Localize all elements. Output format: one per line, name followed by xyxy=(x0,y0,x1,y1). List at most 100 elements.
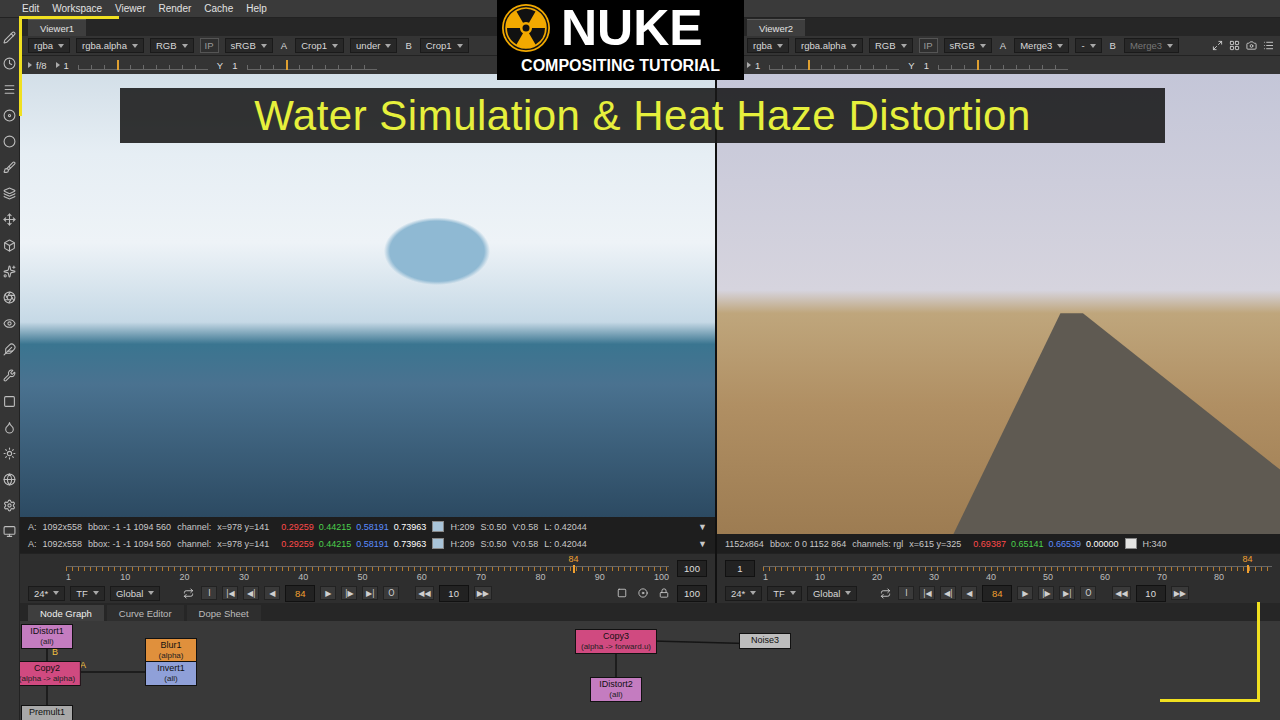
frame-range-field[interactable]: 1 xyxy=(725,560,755,577)
graph-node[interactable]: IDistort2(all) xyxy=(590,677,642,702)
panel-tab[interactable]: Dope Sheet xyxy=(187,605,261,621)
toggle-button[interactable]: IP xyxy=(919,38,938,53)
menu-item[interactable]: Render xyxy=(158,4,191,14)
transport-button[interactable]: I xyxy=(201,586,217,600)
step-back-button[interactable]: ◀◀ xyxy=(415,586,433,600)
gain-slider[interactable] xyxy=(769,60,899,70)
viewer-tab[interactable]: Viewer1 xyxy=(28,19,86,36)
graph-node[interactable]: Copy2(alpha -> alpha) xyxy=(20,661,81,686)
transport-button[interactable]: O xyxy=(1080,586,1096,600)
channel-dropdown[interactable]: Crop1 xyxy=(295,38,344,53)
grid-icon[interactable] xyxy=(1229,40,1240,51)
channel-dropdown[interactable]: - xyxy=(1075,38,1101,53)
channel-dropdown[interactable]: rgba xyxy=(28,38,70,53)
snapshot-icon[interactable] xyxy=(1246,40,1257,51)
setting-value[interactable]: Y xyxy=(908,60,914,71)
transport-button[interactable]: |◀ xyxy=(919,586,935,600)
tool-button[interactable] xyxy=(2,264,18,279)
transport-button[interactable]: I xyxy=(898,586,914,600)
list-icon[interactable] xyxy=(1263,40,1274,51)
frame-range-field[interactable]: 100 xyxy=(677,560,707,577)
transport-button[interactable]: |▶ xyxy=(1038,586,1054,600)
tool-button[interactable] xyxy=(2,108,18,123)
tool-button[interactable] xyxy=(2,134,18,149)
tool-button[interactable] xyxy=(2,316,18,331)
setting-value[interactable]: 1 xyxy=(924,60,929,71)
tool-button[interactable] xyxy=(2,420,18,435)
info-menu-button[interactable]: ▼ xyxy=(698,539,707,549)
tool-button[interactable] xyxy=(2,56,18,71)
channel-dropdown[interactable]: Merge3 xyxy=(1124,38,1179,53)
setting-value[interactable]: f/8 xyxy=(28,60,47,71)
current-frame-marker[interactable]: 84 xyxy=(1247,565,1249,573)
menu-item[interactable]: Edit xyxy=(22,4,39,14)
frame-field[interactable]: 84 xyxy=(982,585,1012,602)
channel-dropdown[interactable]: Merge3 xyxy=(1014,38,1069,53)
tool-button[interactable] xyxy=(2,290,18,305)
tool-button[interactable] xyxy=(2,472,18,487)
graph-node[interactable]: Blur1(alpha) xyxy=(145,638,197,663)
info-menu-button[interactable]: ▼ xyxy=(698,522,707,532)
menu-item[interactable]: Help xyxy=(246,4,267,14)
playback-dropdown[interactable]: TF xyxy=(767,586,802,601)
tool-button[interactable] xyxy=(2,524,18,539)
channel-dropdown[interactable]: rgba.alpha xyxy=(795,38,863,53)
timeline-ruler[interactable]: 8411020304050607080 xyxy=(763,555,1272,582)
stop-button[interactable] xyxy=(614,586,630,600)
channel-dropdown[interactable]: sRGB xyxy=(225,38,273,53)
lock-button[interactable] xyxy=(656,586,672,600)
graph-node[interactable]: IDistort1(all) xyxy=(21,624,73,649)
slider-knob[interactable] xyxy=(286,60,288,70)
step-forward-button[interactable]: ▶▶ xyxy=(474,586,492,600)
viewer-tab[interactable]: Viewer2 xyxy=(747,19,805,36)
channel-dropdown[interactable]: Crop1 xyxy=(420,38,469,53)
tool-button[interactable] xyxy=(2,368,18,383)
slider-knob[interactable] xyxy=(977,60,979,70)
menu-item[interactable]: Workspace xyxy=(52,4,102,14)
panel-tab[interactable]: Node Graph xyxy=(28,605,104,621)
channel-dropdown[interactable]: RGB xyxy=(869,38,913,53)
tool-button[interactable] xyxy=(2,446,18,461)
tool-button[interactable] xyxy=(2,186,18,201)
transport-button[interactable]: |▶ xyxy=(341,586,357,600)
transport-button[interactable]: ▶ xyxy=(1017,586,1033,600)
playback-dropdown[interactable]: TF xyxy=(70,586,105,601)
menu-item[interactable]: Cache xyxy=(204,4,233,14)
current-frame-marker[interactable]: 84 xyxy=(573,565,575,573)
loop-button[interactable] xyxy=(180,586,196,600)
graph-node[interactable]: Copy3(alpha -> forward.u) xyxy=(575,629,657,654)
channel-dropdown[interactable]: RGB xyxy=(150,38,194,53)
transport-button[interactable]: ◀| xyxy=(243,586,259,600)
end-frame-field[interactable]: 100 xyxy=(677,585,707,602)
playback-dropdown[interactable]: Global xyxy=(807,586,857,601)
setting-value[interactable]: Y xyxy=(217,60,223,71)
tool-button[interactable] xyxy=(2,30,18,45)
fit-icon[interactable] xyxy=(1212,40,1223,51)
slider-knob[interactable] xyxy=(808,60,810,70)
tool-button[interactable] xyxy=(2,238,18,253)
node-canvas[interactable]: BAIDistort1(all)Copy2(alpha -> alpha)Blu… xyxy=(20,621,1280,720)
playback-dropdown[interactable]: 24* xyxy=(725,586,762,601)
setting-value[interactable]: 1 xyxy=(747,60,760,71)
transport-button[interactable]: ◀ xyxy=(264,586,280,600)
step-forward-button[interactable]: ▶▶ xyxy=(1171,586,1189,600)
setting-value[interactable]: 1 xyxy=(232,60,237,71)
channel-dropdown[interactable]: rgba.alpha xyxy=(76,38,144,53)
step-field[interactable]: 10 xyxy=(1136,585,1166,602)
tool-button[interactable] xyxy=(2,342,18,357)
gain-slider[interactable] xyxy=(247,60,377,70)
transport-button[interactable]: ▶ xyxy=(320,586,336,600)
graph-node[interactable]: Premult1 xyxy=(21,705,73,720)
transport-button[interactable]: ▶| xyxy=(1059,586,1075,600)
transport-button[interactable]: ◀| xyxy=(940,586,956,600)
tool-button[interactable] xyxy=(2,498,18,513)
channel-dropdown[interactable]: sRGB xyxy=(944,38,992,53)
transport-button[interactable]: ▶| xyxy=(362,586,378,600)
loop-button[interactable] xyxy=(877,586,893,600)
panel-tab[interactable]: Curve Editor xyxy=(107,605,184,621)
transport-button[interactable]: ◀ xyxy=(961,586,977,600)
tool-button[interactable] xyxy=(2,394,18,409)
frame-field[interactable]: 84 xyxy=(285,585,315,602)
slider-knob[interactable] xyxy=(117,60,119,70)
menu-item[interactable]: Viewer xyxy=(115,4,145,14)
